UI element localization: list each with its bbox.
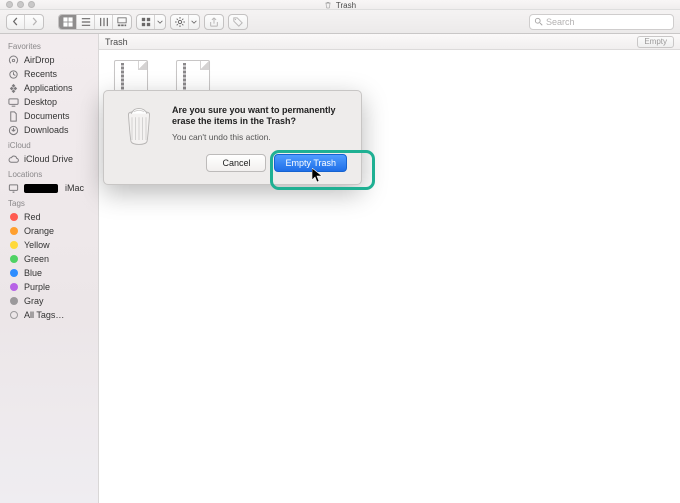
dialog-title: Are you sure you want to permanently era… [172, 105, 347, 128]
action-menu[interactable] [170, 14, 200, 30]
share-button[interactable] [204, 14, 224, 30]
tag-dot-icon [10, 241, 18, 249]
tag-dot-icon [10, 227, 18, 235]
icon-view-button[interactable] [59, 15, 77, 29]
sidebar-item-documents[interactable]: Documents [0, 109, 98, 123]
search-input[interactable] [546, 17, 669, 27]
tag-dot-icon [10, 283, 18, 291]
airdrop-icon [8, 55, 19, 66]
minimize-window-button[interactable] [17, 1, 24, 8]
trash-icon [324, 1, 332, 9]
redacted-label [24, 184, 58, 193]
nav-back-forward [6, 14, 44, 30]
close-window-button[interactable] [6, 1, 13, 8]
gallery-view-button[interactable] [113, 15, 131, 29]
sidebar-item-downloads[interactable]: Downloads [0, 123, 98, 137]
sidebar-item-airdrop[interactable]: AirDrop [0, 53, 98, 67]
tag-dot-icon [10, 255, 18, 263]
apps-icon [8, 83, 19, 94]
tag-red[interactable]: Red [0, 210, 98, 224]
desktop-icon [8, 97, 19, 108]
all-tags-icon [10, 311, 18, 319]
sidebar-item-computer[interactable]: iMac [0, 181, 98, 195]
sidebar-section-favorites: Favorites [0, 38, 98, 53]
sidebar-section-icloud: iCloud [0, 137, 98, 152]
dialog-subtitle: You can't undo this action. [172, 132, 347, 142]
tag-dot-icon [10, 297, 18, 305]
zoom-window-button[interactable] [28, 1, 35, 8]
gear-icon [171, 15, 189, 29]
sidebar-item-desktop[interactable]: Desktop [0, 95, 98, 109]
path-bar: Trash Empty [99, 34, 680, 50]
tag-dot-icon [10, 213, 18, 221]
empty-trash-dialog: Are you sure you want to permanently era… [103, 90, 362, 185]
forward-button[interactable] [25, 15, 43, 29]
icloud-icon [8, 154, 19, 165]
window-title: Trash [336, 1, 356, 10]
tag-icon [229, 15, 247, 29]
sidebar-section-locations: Locations [0, 166, 98, 181]
empty-trash-toolbar-button[interactable]: Empty [637, 36, 674, 48]
tag-orange[interactable]: Orange [0, 224, 98, 238]
cancel-button[interactable]: Cancel [206, 154, 266, 172]
documents-icon [8, 111, 19, 122]
computer-icon [8, 183, 19, 194]
tag-green[interactable]: Green [0, 252, 98, 266]
back-button[interactable] [7, 15, 25, 29]
location-label: Trash [105, 37, 128, 47]
column-view-button[interactable] [95, 15, 113, 29]
tag-all[interactable]: All Tags… [0, 308, 98, 322]
tags-button[interactable] [228, 14, 248, 30]
sidebar-item-applications[interactable]: Applications [0, 81, 98, 95]
trash-large-icon [118, 105, 160, 147]
tag-dot-icon [10, 269, 18, 277]
search-field[interactable] [529, 14, 674, 30]
list-view-button[interactable] [77, 15, 95, 29]
downloads-icon [8, 125, 19, 136]
tag-yellow[interactable]: Yellow [0, 238, 98, 252]
tag-gray[interactable]: Gray [0, 294, 98, 308]
view-switcher [58, 14, 132, 30]
window-titlebar: Trash [0, 0, 680, 10]
search-icon [534, 17, 543, 26]
chevron-down-icon [189, 15, 199, 29]
share-icon [205, 15, 223, 29]
empty-trash-button[interactable]: Empty Trash [274, 154, 347, 172]
tag-blue[interactable]: Blue [0, 266, 98, 280]
toolbar [0, 10, 680, 34]
group-by-menu[interactable] [136, 14, 166, 30]
sidebar-item-recents[interactable]: Recents [0, 67, 98, 81]
recents-icon [8, 69, 19, 80]
chevron-down-icon [155, 15, 165, 29]
traffic-lights [0, 1, 35, 8]
sidebar-section-tags: Tags [0, 195, 98, 210]
tag-purple[interactable]: Purple [0, 280, 98, 294]
sidebar-item-icloud-drive[interactable]: iCloud Drive [0, 152, 98, 166]
sidebar: Favorites AirDrop Recents Applications D… [0, 34, 99, 503]
